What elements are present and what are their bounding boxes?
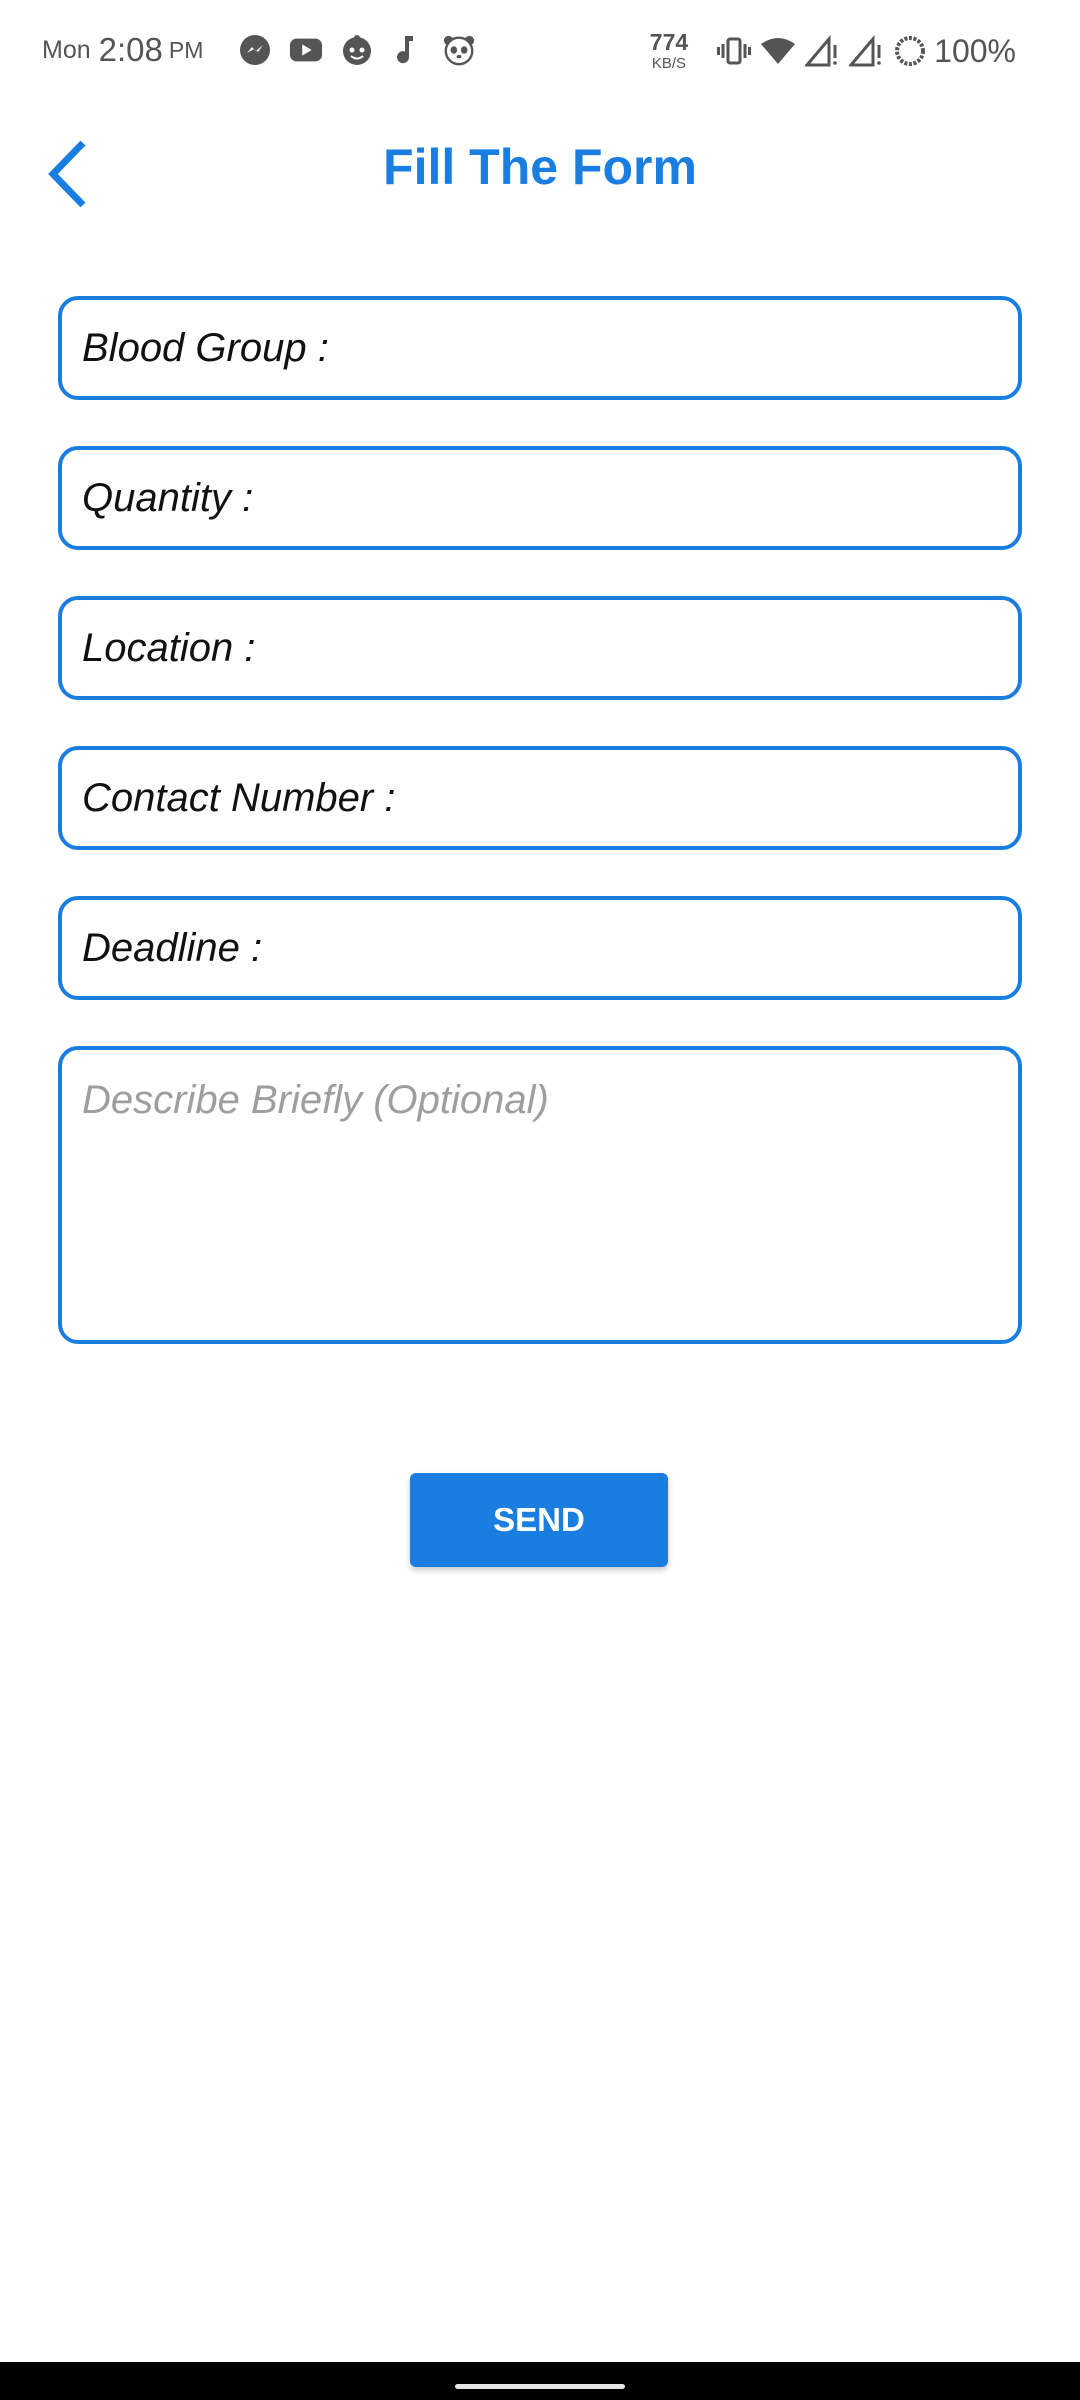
status-bar-right: 774 KB/S 100% (650, 26, 1016, 76)
blood-group-label: Blood Group : (82, 326, 329, 370)
page-title: Fill The Form (383, 139, 697, 195)
quantity-label: Quantity : (82, 476, 254, 520)
status-bar: Mon 2:08 PM 774 KB/S 100% (0, 0, 1080, 100)
send-button[interactable]: SEND (410, 1473, 668, 1567)
location-label: Location : (82, 626, 256, 670)
contact-number-field[interactable]: Contact Number : (58, 746, 1022, 850)
signal-icon (848, 33, 884, 69)
vibrate-icon (716, 33, 752, 69)
network-speed: 774 KB/S (649, 29, 689, 72)
wifi-icon (760, 33, 796, 69)
status-ampm: PM (168, 36, 204, 63)
app-header: Fill The Form (0, 110, 1080, 230)
status-time: 2:08 (98, 31, 163, 68)
music-note-icon (391, 33, 425, 67)
battery-percent: 100% (934, 32, 1016, 69)
contact-number-label: Contact Number : (82, 776, 396, 820)
deadline-field[interactable]: Deadline : (58, 896, 1022, 1000)
panda-icon (442, 33, 476, 67)
description-placeholder: Describe Briefly (Optional) (82, 1078, 549, 1122)
baby-face-icon (340, 33, 374, 67)
location-field[interactable]: Location : (58, 596, 1022, 700)
youtube-icon (289, 33, 323, 67)
deadline-label: Deadline : (82, 926, 263, 970)
messenger-icon (238, 33, 272, 67)
signal-icon (804, 33, 840, 69)
description-textarea[interactable]: Describe Briefly (Optional) (58, 1046, 1022, 1344)
navigation-bar (0, 2362, 1080, 2400)
battery-icon (892, 33, 928, 69)
network-speed-unit: KB/S (651, 55, 687, 72)
blood-group-field[interactable]: Blood Group : (58, 296, 1022, 400)
status-bar-left: Mon 2:08 PM (42, 28, 476, 72)
home-indicator[interactable] (455, 2384, 625, 2389)
status-day: Mon (42, 35, 91, 64)
network-speed-value: 774 (649, 29, 689, 55)
quantity-field[interactable]: Quantity : (58, 446, 1022, 550)
